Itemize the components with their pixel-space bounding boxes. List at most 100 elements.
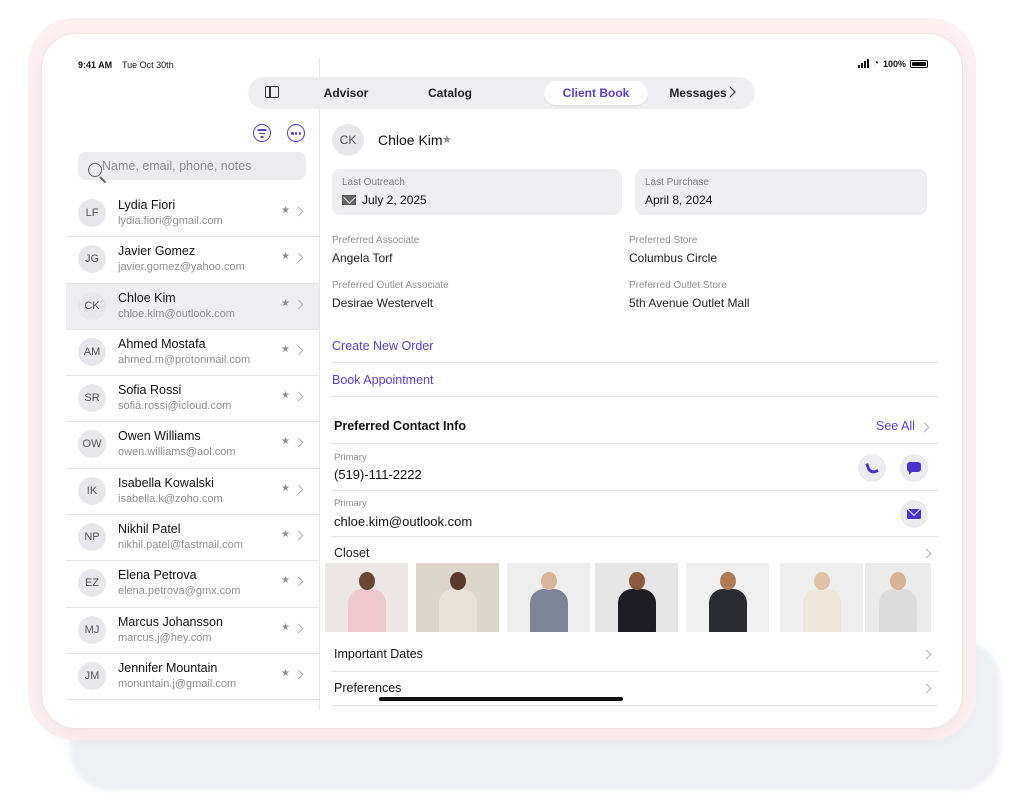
garment-shape <box>617 589 656 632</box>
chevron-right-icon[interactable] <box>921 683 932 694</box>
star-icon[interactable]: ★ <box>442 133 452 146</box>
star-icon[interactable]: ★ <box>281 622 290 633</box>
home-indicator <box>379 697 623 701</box>
garment-shape <box>529 589 568 632</box>
closet-item-photo[interactable] <box>325 563 408 632</box>
star-icon[interactable]: ★ <box>281 390 290 401</box>
divider <box>332 396 938 397</box>
more-options-icon[interactable] <box>287 124 305 142</box>
last-purchase-card: Last Purchase April 8, 2024 <box>635 169 927 215</box>
preferred-outlet-store-value: 5th Avenue Outlet Mall <box>629 296 750 310</box>
preferred-associate-value: Angela Torf <box>332 251 393 265</box>
create-new-order-link[interactable]: Create New Order <box>332 339 433 353</box>
star-icon[interactable]: ★ <box>281 298 290 309</box>
avatar: CK <box>332 124 364 156</box>
chevron-right-icon[interactable] <box>921 548 932 559</box>
last-purchase-label: Last Purchase <box>645 177 709 188</box>
client-name: Nikhil Patel <box>118 522 181 537</box>
client-email: isabella.k@zoho.com <box>118 492 223 505</box>
closet-item-photo[interactable] <box>865 563 931 632</box>
star-icon[interactable]: ★ <box>281 529 290 540</box>
top-tab-bar: Advisor Catalog Client Book Messages <box>248 77 755 109</box>
model-head <box>358 572 375 590</box>
star-icon[interactable]: ★ <box>281 344 290 355</box>
chevron-right-icon <box>293 669 304 680</box>
filter-icon[interactable] <box>253 124 271 142</box>
search-input[interactable]: Name, email, phone, notes <box>78 152 306 180</box>
battery-percent: 100% <box>882 58 906 69</box>
client-row[interactable]: MJ Marcus Johansson marcus.j@hey.com ★ <box>66 608 319 654</box>
chevron-right-icon[interactable] <box>919 422 930 433</box>
star-icon[interactable]: ★ <box>281 251 290 262</box>
closet-item-photo[interactable] <box>780 563 863 632</box>
garment-shape <box>802 589 841 632</box>
closet-item-photo[interactable] <box>686 563 769 632</box>
avatar: NP <box>78 523 106 552</box>
client-row[interactable]: JG Javier Gomez javier.gomez@yahoo.com ★ <box>66 237 319 284</box>
divider <box>332 671 938 672</box>
battery-icon <box>910 59 928 68</box>
message-button[interactable] <box>900 454 928 482</box>
star-icon[interactable]: ★ <box>281 668 290 679</box>
tab-catalog[interactable]: Catalog <box>410 77 490 109</box>
star-icon[interactable]: ★ <box>281 436 290 447</box>
client-row[interactable]: NP Nikhil Patel nikhil.patel@fastmail.co… <box>66 515 319 562</box>
star-icon[interactable]: ★ <box>281 483 290 494</box>
garment-shape <box>438 589 477 632</box>
preferences-row[interactable]: Preferences <box>334 681 401 695</box>
chevron-right-icon <box>293 530 304 541</box>
client-email: monuntain.j@gmail.com <box>118 677 237 690</box>
sidebar-toggle-icon[interactable] <box>265 86 279 98</box>
client-name: Owen Williams <box>118 429 201 444</box>
closet-item-photo[interactable] <box>507 563 590 632</box>
chevron-right-icon <box>293 299 304 310</box>
client-name: Isabella Kowalski <box>118 475 214 490</box>
client-row[interactable]: OW Owen Williams owen.williams@aol.com ★ <box>66 422 319 469</box>
chevron-right-icon[interactable] <box>921 649 932 660</box>
chevron-right-icon <box>293 438 304 448</box>
closet-item-photo[interactable] <box>595 563 678 632</box>
client-name: Jennifer Mountain <box>118 660 218 675</box>
email-button[interactable] <box>900 500 928 528</box>
wifi-icon: ◔ <box>872 58 879 69</box>
client-row-selected[interactable]: CK Chloe Kim chloe.kim@outlook.com ★ <box>66 283 319 330</box>
book-appointment-link[interactable]: Book Appointment <box>332 373 433 387</box>
avatar: OW <box>78 430 106 459</box>
last-outreach-date: July 2, 2025 <box>362 193 427 207</box>
client-name: Javier Gomez <box>118 244 196 259</box>
search-icon <box>88 163 102 177</box>
envelope-icon <box>342 195 356 205</box>
avatar: LF <box>78 199 106 227</box>
call-button[interactable] <box>858 454 886 482</box>
star-icon[interactable]: ★ <box>281 205 290 216</box>
client-detail-name: Chloe Kim <box>378 132 443 148</box>
client-email: javier.gomez@yahoo.com <box>118 261 245 274</box>
tab-advisor[interactable]: Advisor <box>306 77 386 109</box>
model-head <box>890 572 906 590</box>
status-indicators: ◔ 100% <box>857 58 928 69</box>
garment-shape <box>708 589 747 632</box>
client-name: Elena Petrova <box>118 568 197 583</box>
garment-shape <box>879 589 917 632</box>
avatar: AM <box>78 337 106 366</box>
tab-client-book[interactable]: Client Book <box>544 81 648 105</box>
client-row[interactable]: IK Isabella Kowalski isabella.k@zoho.com… <box>66 469 319 516</box>
see-all-link[interactable]: See All <box>876 419 915 433</box>
client-row[interactable]: JM Jennifer Mountain monuntain.j@gmail.c… <box>66 654 319 701</box>
client-row[interactable]: SR Sofia Rossi sofia.rossi@icloud.com ★ <box>66 376 319 423</box>
client-row[interactable]: LF Lydia Fiori lydia.fiori@gmail.com ★ <box>66 191 319 238</box>
client-row[interactable]: AM Ahmed Mostafa ahmed.m@protonmail.com … <box>66 330 319 377</box>
client-email: ahmed.m@protonmail.com <box>118 353 251 366</box>
chevron-right-icon <box>293 391 304 402</box>
status-date: Tue Oct 30th <box>122 60 174 70</box>
closet-item-photo[interactable] <box>416 563 499 632</box>
model-head <box>813 572 830 590</box>
star-icon[interactable]: ★ <box>281 575 290 586</box>
avatar: CK <box>78 291 106 320</box>
phone-label: Primary <box>334 452 367 463</box>
mail-icon <box>907 509 921 519</box>
client-email: lydia.fiori@gmail.com <box>118 215 223 227</box>
client-row[interactable]: EZ Elena Petrova elena.petrova@gmx.com ★ <box>66 561 319 608</box>
last-purchase-value: April 8, 2024 <box>645 193 713 207</box>
important-dates-row[interactable]: Important Dates <box>334 647 423 661</box>
